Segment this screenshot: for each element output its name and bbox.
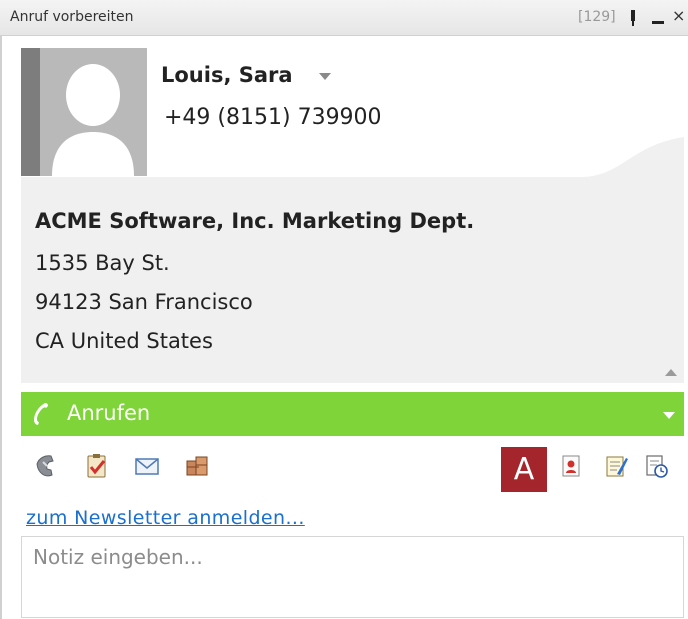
calendar-clock-icon[interactable] [643, 452, 671, 480]
window-titlebar: Anruf vorbereiten [129] × [0, 0, 688, 36]
notepad-icon[interactable] [602, 452, 630, 480]
contact-card-icon[interactable] [557, 452, 585, 480]
package-icon[interactable] [183, 452, 211, 480]
address-street: 1535 Bay St. [35, 251, 170, 275]
call-label: Anrufen [67, 401, 151, 425]
phone-handset-icon[interactable] [33, 452, 61, 480]
contact-phone[interactable]: +49 (8151) 739900 [164, 105, 382, 130]
contact-card: Louis, Sara +49 (8151) 739900 ACME Softw… [21, 45, 684, 383]
address-city: 94123 San Francisco [35, 290, 253, 314]
chevron-down-icon[interactable] [662, 410, 676, 420]
call-button[interactable]: Anrufen [21, 392, 684, 436]
phone-handset-icon [34, 403, 48, 425]
address-country: CA United States [35, 329, 213, 353]
avatar[interactable] [40, 48, 147, 176]
window-title: Anruf vorbereiten [10, 9, 134, 25]
photo-side-bar [21, 48, 40, 176]
chevron-down-icon[interactable] [318, 71, 332, 81]
window-count: [129] [578, 9, 616, 25]
contact-name: Louis, Sara [161, 63, 293, 87]
email-envelope-icon[interactable] [133, 452, 161, 480]
minimize-icon[interactable] [650, 8, 666, 28]
company-name: ACME Software, Inc. Marketing Dept. [35, 209, 475, 233]
window-left-edge [0, 36, 8, 619]
a-letter-icon[interactable]: A [501, 447, 547, 492]
person-silhouette-icon [52, 64, 134, 176]
note-input[interactable] [21, 536, 684, 618]
close-icon[interactable]: × [672, 6, 688, 26]
scroll-up-icon[interactable] [664, 367, 678, 377]
pin-icon[interactable] [628, 8, 638, 28]
newsletter-link[interactable]: zum Newsletter anmelden... [26, 507, 305, 529]
task-clipboard-icon[interactable] [83, 452, 111, 480]
